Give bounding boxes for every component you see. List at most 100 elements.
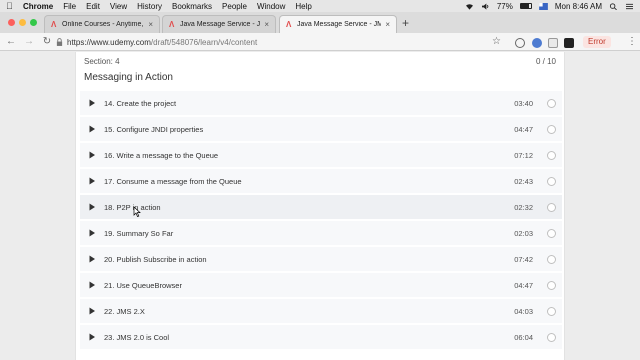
- tab-label: Online Courses - Anytime, Anyw: [62, 21, 144, 28]
- lecture-row[interactable]: 16. Write a message to the Queue 07:12: [80, 143, 562, 167]
- play-icon[interactable]: [88, 177, 96, 185]
- lecture-title: 16. Write a message to the Queue: [104, 150, 219, 160]
- lecture-row[interactable]: 20. Publish Subscribe in action 07:42: [80, 247, 562, 271]
- extension-icon[interactable]: [564, 38, 574, 48]
- flag-icon[interactable]: [538, 2, 548, 10]
- lecture-title: 15. Configure JNDI properties: [104, 124, 204, 134]
- battery-percent: 77%: [496, 1, 513, 11]
- close-icon[interactable]: ×: [385, 20, 390, 29]
- search-icon[interactable]: [609, 2, 618, 10]
- lecture-duration: 02:43: [514, 176, 533, 186]
- tab-online-courses[interactable]: Λ Online Courses - Anytime, Anyw ×: [44, 15, 160, 33]
- completion-checkbox[interactable]: [547, 202, 556, 212]
- menu-bookmarks[interactable]: Bookmarks: [172, 2, 212, 11]
- page-viewport: Section: 4 0 / 10 Messaging in Action 14…: [0, 52, 640, 360]
- completion-checkbox[interactable]: [547, 254, 556, 264]
- lecture-duration: 02:03: [514, 228, 533, 238]
- new-tab-button[interactable]: +: [402, 17, 409, 29]
- battery-icon[interactable]: [519, 3, 532, 9]
- forward-button[interactable]: →: [22, 36, 36, 47]
- menu-app[interactable]: Chrome: [23, 2, 53, 11]
- lecture-row[interactable]: 22. JMS 2.X 04:03: [80, 299, 562, 323]
- apple-icon[interactable]: : [6, 1, 15, 11]
- reload-button[interactable]: ↻: [40, 36, 54, 47]
- menu-window[interactable]: Window: [257, 2, 285, 11]
- play-icon[interactable]: [88, 99, 96, 107]
- tab-label: Java Message Service - JMS C: [180, 21, 261, 28]
- menu-history[interactable]: History: [137, 2, 162, 11]
- completion-checkbox[interactable]: [547, 306, 556, 316]
- menu-help[interactable]: Help: [295, 2, 311, 11]
- tab-jms-active[interactable]: Λ Java Message Service - JMS C ×: [279, 15, 397, 33]
- section-label: Section: 4: [84, 56, 120, 66]
- play-icon[interactable]: [88, 255, 96, 263]
- section-header[interactable]: Section: 4 0 / 10: [76, 52, 564, 70]
- play-icon[interactable]: [88, 281, 96, 289]
- extension-icon[interactable]: [548, 38, 558, 48]
- completion-checkbox[interactable]: [547, 280, 556, 290]
- url-path: /draft/548076/learn/v4/content: [150, 37, 258, 47]
- completion-checkbox[interactable]: [547, 332, 556, 342]
- lecture-title: 19. Summary So Far: [104, 228, 174, 238]
- minimize-window-button[interactable]: [19, 19, 26, 26]
- lecture-row[interactable]: 18. P2P in action 02:32: [80, 195, 562, 219]
- lecture-row[interactable]: 15. Configure JNDI properties 04:47: [80, 117, 562, 141]
- lecture-duration: 06:04: [514, 332, 533, 342]
- lecture-title: 17. Consume a message from the Queue: [104, 176, 242, 186]
- play-icon[interactable]: [88, 229, 96, 237]
- lecture-row[interactable]: 23. JMS 2.0 is Cool 06:04: [80, 325, 562, 349]
- zoom-window-button[interactable]: [30, 19, 37, 26]
- section-title: Messaging in Action: [84, 72, 173, 83]
- bookmark-star-icon[interactable]: ☆: [492, 36, 501, 47]
- menu-edit[interactable]: Edit: [86, 2, 100, 11]
- menu-file[interactable]: File: [63, 2, 76, 11]
- play-icon[interactable]: [88, 125, 96, 133]
- play-icon[interactable]: [88, 203, 96, 211]
- lecture-row[interactable]: 17. Consume a message from the Queue 02:4…: [80, 169, 562, 193]
- macos-menubar:  Chrome File Edit View History Bookmark…: [0, 0, 640, 12]
- lecture-title: 18. P2P in action: [104, 202, 161, 212]
- lecture-row[interactable]: 14. Create the project 03:40: [80, 91, 562, 115]
- lecture-duration: 03:40: [514, 98, 533, 108]
- play-icon[interactable]: [88, 151, 96, 159]
- lecture-title: 22. JMS 2.X: [104, 306, 145, 316]
- completion-checkbox[interactable]: [547, 228, 556, 238]
- close-icon[interactable]: ×: [264, 20, 269, 29]
- lecture-duration: 07:42: [514, 254, 533, 264]
- wifi-icon[interactable]: [465, 3, 474, 10]
- menu-view[interactable]: View: [110, 2, 127, 11]
- lecture-duration: 04:03: [514, 306, 533, 316]
- udemy-icon: Λ: [51, 20, 57, 29]
- address-bar[interactable]: https://www.udemy.com/draft/548076/learn…: [56, 35, 506, 49]
- lecture-list: 14. Create the project 03:40 15. Configure…: [80, 91, 562, 351]
- completion-checkbox[interactable]: [547, 124, 556, 134]
- completion-checkbox[interactable]: [547, 176, 556, 186]
- list-icon[interactable]: [625, 3, 634, 10]
- url-host: https://www.udemy.com: [67, 37, 151, 47]
- play-icon[interactable]: [88, 307, 96, 315]
- tab-strip: Λ Online Courses - Anytime, Anyw × Λ Jav…: [0, 12, 640, 33]
- lecture-row[interactable]: 21. Use QueueBrowser 04:47: [80, 273, 562, 297]
- completion-checkbox[interactable]: [547, 150, 556, 160]
- curriculum-panel: Section: 4 0 / 10 Messaging in Action 14…: [75, 52, 565, 360]
- play-icon[interactable]: [88, 333, 96, 341]
- tab-jms-1[interactable]: Λ Java Message Service - JMS C ×: [162, 15, 276, 33]
- completion-checkbox[interactable]: [547, 98, 556, 108]
- close-icon[interactable]: ×: [148, 20, 153, 29]
- back-button[interactable]: ←: [4, 36, 18, 47]
- lecture-row[interactable]: 19. Summary So Far 02:03: [80, 221, 562, 245]
- mouse-cursor-icon: [133, 207, 141, 217]
- tab-label: Java Message Service - JMS C: [297, 21, 381, 28]
- udemy-icon: Λ: [286, 20, 292, 29]
- menu-people[interactable]: People: [222, 2, 247, 11]
- close-window-button[interactable]: [8, 19, 15, 26]
- menu-kebab-icon[interactable]: ⋮: [627, 36, 637, 47]
- profile-error-button[interactable]: Error: [583, 36, 611, 48]
- lecture-duration: 04:47: [514, 280, 533, 290]
- lecture-title: 21. Use QueueBrowser: [104, 280, 182, 290]
- menubar-clock[interactable]: Mon 8:46 AM: [555, 2, 602, 11]
- extension-icon[interactable]: [532, 38, 542, 48]
- extension-icon[interactable]: [515, 38, 525, 48]
- volume-icon[interactable]: [481, 2, 490, 10]
- udemy-icon: Λ: [169, 20, 175, 29]
